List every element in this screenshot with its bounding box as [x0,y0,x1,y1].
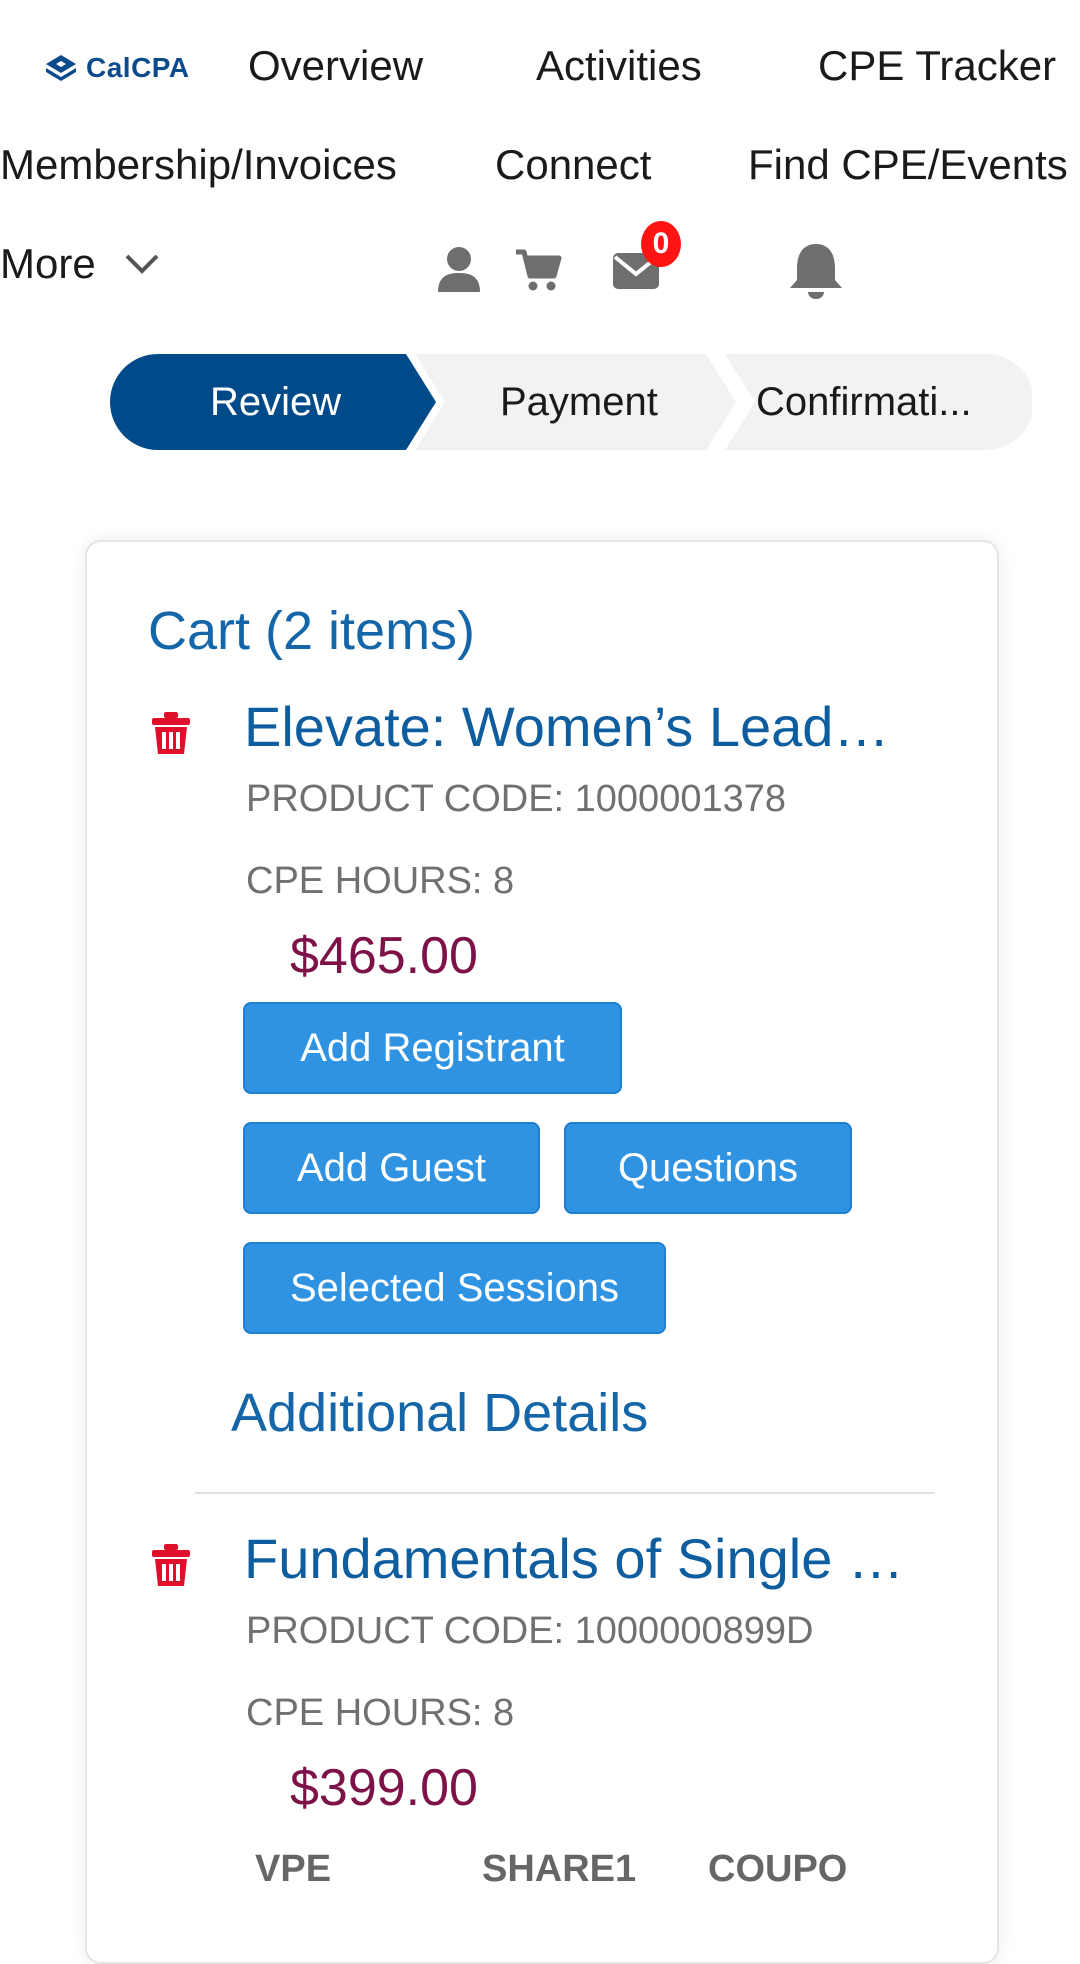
item-price: $465.00 [290,927,478,985]
item-title-link[interactable]: Fundamentals of Single … [244,1526,944,1591]
item-cpe-hours: CPE HOURS: 8 [246,860,515,902]
nav-link-cpe-tracker[interactable]: CPE Tracker [818,42,1056,90]
share1-label: SHARE1 [482,1848,637,1890]
chevron-down-icon [125,254,159,274]
step-review[interactable]: Review [210,354,341,450]
item-product-code: PRODUCT CODE: 1000001378 [246,778,786,820]
checkout-stepper: Review Payment Confirmati... [110,354,1032,450]
calcpa-logo[interactable]: CalCPA [44,52,190,84]
nav-link-membership-invoices[interactable]: Membership/Invoices [0,141,397,189]
cart-title: Cart (2 items) [148,601,476,661]
step-confirmation[interactable]: Confirmati... [756,354,972,450]
nav-link-find-cpe-events[interactable]: Find CPE/Events [748,141,1068,189]
delete-icon[interactable] [150,710,192,756]
mail-count-badge: 0 [641,221,681,267]
bell-icon[interactable] [786,240,846,302]
nav-more-label: More [0,240,96,287]
logo-text: CalCPA [86,52,190,83]
nav-more-menu[interactable]: More [0,240,160,288]
item-cpe-hours: CPE HOURS: 8 [246,1692,515,1734]
item-title-link[interactable]: Elevate: Women’s Lead… [244,694,934,759]
add-registrant-button[interactable]: Add Registrant [243,1002,622,1094]
nav-link-activities[interactable]: Activities [536,42,702,90]
item-product-code: PRODUCT CODE: 1000000899D [246,1610,814,1652]
shopping-cart-icon[interactable] [514,248,562,292]
nav-link-overview[interactable]: Overview [248,42,423,90]
item-divider [195,1492,935,1494]
additional-details-link[interactable]: Additional Details [231,1382,648,1444]
item-price: $399.00 [290,1759,478,1817]
nav-link-connect[interactable]: Connect [495,141,651,189]
user-icon[interactable] [436,246,482,294]
vpe-label: VPE [255,1848,332,1890]
selected-sessions-button[interactable]: Selected Sessions [243,1242,666,1334]
questions-button[interactable]: Questions [564,1122,852,1214]
add-guest-button[interactable]: Add Guest [243,1122,540,1214]
calcpa-logo-icon [46,55,76,81]
delete-icon[interactable] [150,1542,192,1588]
step-payment[interactable]: Payment [500,354,658,450]
coupon-label: COUPO [708,1848,848,1890]
